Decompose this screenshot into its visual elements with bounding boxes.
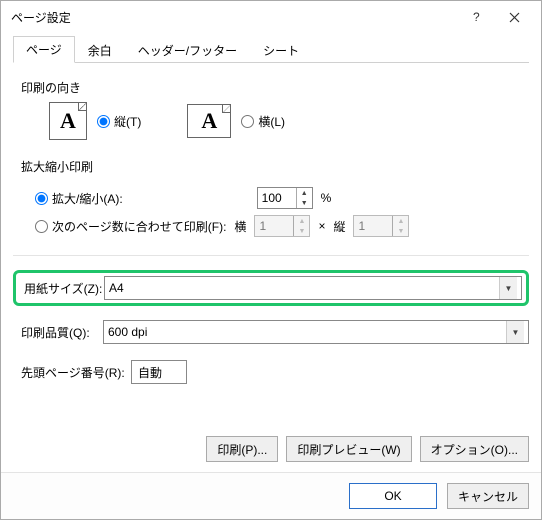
percent-label: % bbox=[321, 191, 332, 205]
print-quality-row: 印刷品質(Q): 600 dpi ▼ bbox=[13, 320, 529, 344]
tab-margins[interactable]: 余白 bbox=[75, 37, 125, 63]
close-button[interactable] bbox=[495, 3, 533, 31]
adjust-radio-label: 拡大/縮小(A): bbox=[52, 190, 123, 207]
print-quality-value: 600 dpi bbox=[108, 325, 147, 339]
tab-strip: ページ 余白 ヘッダー/フッター シート bbox=[13, 39, 529, 63]
tab-page[interactable]: ページ bbox=[13, 36, 75, 63]
spinner-up-icon: ▲ bbox=[294, 216, 309, 226]
tall-label: 縦 bbox=[333, 218, 345, 235]
print-quality-label: 印刷品質(Q): bbox=[13, 324, 103, 341]
tab-sheet[interactable]: シート bbox=[250, 37, 312, 63]
dialog-body: ページ 余白 ヘッダー/フッター シート 印刷の向き A 縦(T) A 横(L)… bbox=[1, 33, 541, 472]
print-preview-button[interactable]: 印刷プレビュー(W) bbox=[286, 436, 411, 462]
tall-value: 1 bbox=[354, 216, 392, 236]
spinner-down-icon: ▼ bbox=[393, 226, 408, 236]
landscape-icon: A bbox=[187, 104, 231, 138]
tab-header-footer[interactable]: ヘッダー/フッター bbox=[125, 37, 250, 63]
scaling-label: 拡大縮小印刷 bbox=[21, 158, 529, 175]
landscape-radio[interactable]: 横(L) bbox=[241, 113, 285, 130]
portrait-radio-label: 縦(T) bbox=[114, 113, 141, 130]
spinner-down-icon[interactable]: ▼ bbox=[297, 198, 312, 208]
spinner-down-icon: ▼ bbox=[294, 226, 309, 236]
times-label: × bbox=[318, 219, 325, 233]
adjust-spinner[interactable]: 100 ▲▼ bbox=[257, 187, 313, 209]
adjust-value[interactable]: 100 bbox=[258, 188, 296, 208]
first-page-input[interactable]: 自動 bbox=[131, 360, 187, 384]
wide-value: 1 bbox=[255, 216, 293, 236]
paper-size-select[interactable]: A4 ▼ bbox=[104, 276, 522, 300]
orientation-row: A 縦(T) A 横(L) bbox=[49, 102, 529, 140]
action-buttons: 印刷(P)... 印刷プレビュー(W) オプション(O)... bbox=[13, 426, 529, 462]
orientation-label: 印刷の向き bbox=[21, 79, 529, 96]
wide-label: 横 bbox=[234, 218, 246, 235]
adjust-radio[interactable]: 拡大/縮小(A): bbox=[35, 190, 123, 207]
paper-size-label: 用紙サイズ(Z): bbox=[20, 280, 104, 297]
portrait-icon: A bbox=[49, 102, 87, 140]
first-page-value: 自動 bbox=[138, 364, 162, 381]
dialog-title: ページ設定 bbox=[11, 9, 457, 26]
fit-radio[interactable]: 次のページ数に合わせて印刷(F): bbox=[35, 218, 226, 235]
print-button[interactable]: 印刷(P)... bbox=[206, 436, 278, 462]
spinner-up-icon[interactable]: ▲ bbox=[297, 188, 312, 198]
portrait-radio[interactable]: 縦(T) bbox=[97, 113, 141, 130]
svg-text:?: ? bbox=[473, 11, 480, 23]
wide-spinner: 1 ▲▼ bbox=[254, 215, 310, 237]
titlebar: ページ設定 ? bbox=[1, 1, 541, 33]
cancel-button[interactable]: キャンセル bbox=[447, 483, 529, 509]
chevron-down-icon[interactable]: ▼ bbox=[506, 321, 524, 343]
first-page-row: 先頭ページ番号(R): 自動 bbox=[13, 360, 529, 384]
paper-size-value: A4 bbox=[109, 281, 124, 295]
ok-button[interactable]: OK bbox=[349, 483, 437, 509]
chevron-down-icon[interactable]: ▼ bbox=[499, 277, 517, 299]
fit-radio-label: 次のページ数に合わせて印刷(F): bbox=[52, 218, 226, 235]
options-button[interactable]: オプション(O)... bbox=[420, 436, 529, 462]
landscape-radio-label: 横(L) bbox=[258, 113, 285, 130]
scaling-block: 拡大/縮小(A): 100 ▲▼ % 次のページ数に合わせて印刷(F): 横 1… bbox=[35, 181, 529, 243]
spinner-up-icon: ▲ bbox=[393, 216, 408, 226]
help-button[interactable]: ? bbox=[457, 3, 495, 31]
dialog-footer: OK キャンセル bbox=[1, 472, 541, 519]
tall-spinner: 1 ▲▼ bbox=[353, 215, 409, 237]
print-quality-select[interactable]: 600 dpi ▼ bbox=[103, 320, 529, 344]
first-page-label: 先頭ページ番号(R): bbox=[13, 364, 131, 381]
paper-size-row: 用紙サイズ(Z): A4 ▼ bbox=[13, 270, 529, 306]
